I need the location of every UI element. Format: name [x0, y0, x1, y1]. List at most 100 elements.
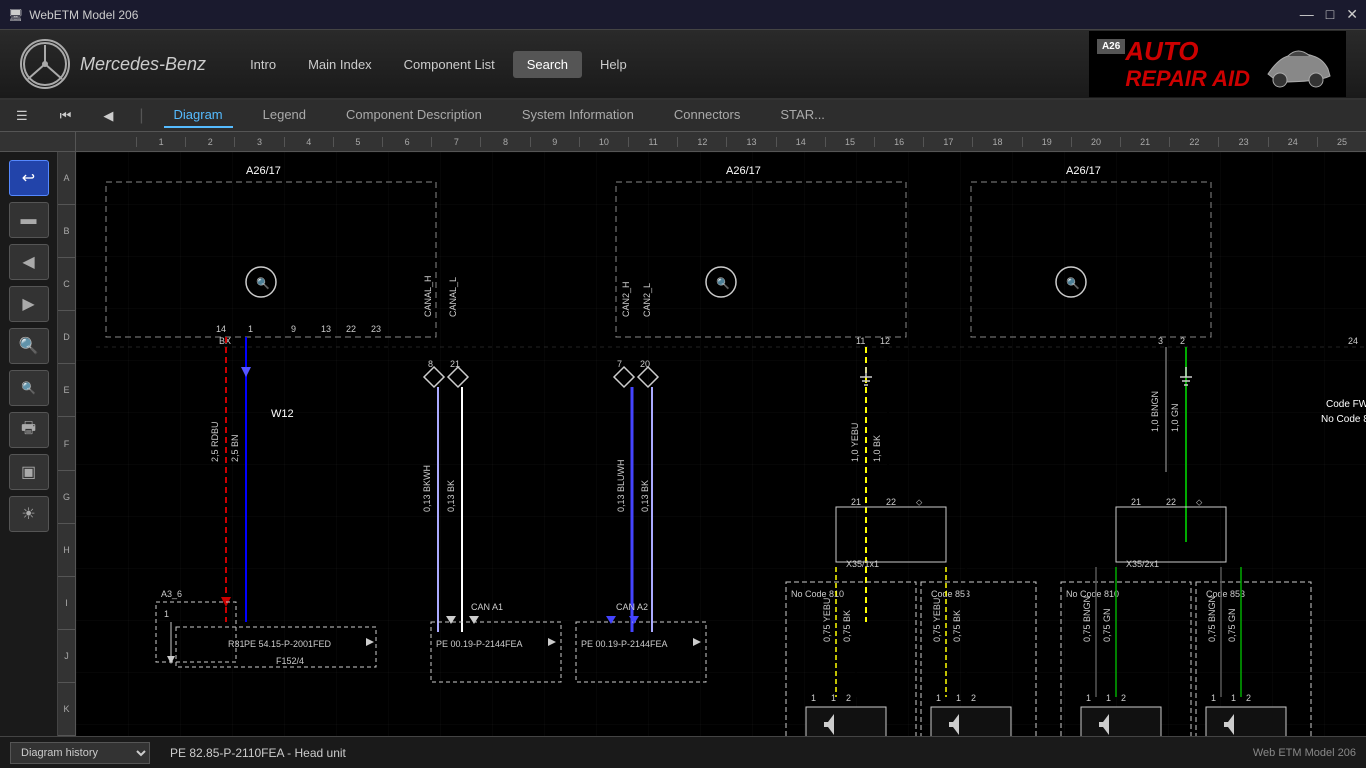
nav-help[interactable]: Help — [586, 51, 641, 78]
app-icon: 🖥 — [8, 8, 23, 22]
diagram-history-dropdown[interactable]: Diagram history — [10, 742, 150, 764]
svg-text:14: 14 — [216, 324, 226, 334]
svg-text:2,5 RDBU: 2,5 RDBU — [210, 421, 220, 462]
nav-main-index[interactable]: Main Index — [294, 51, 386, 78]
tab-connectors[interactable]: Connectors — [664, 103, 750, 128]
svg-text:1: 1 — [936, 693, 941, 703]
back-double-button[interactable]: ⏮ — [54, 106, 78, 126]
svg-text:2: 2 — [846, 693, 851, 703]
svg-text:0,75 GN: 0,75 GN — [1102, 608, 1112, 642]
svg-text:8: 8 — [428, 359, 433, 369]
app-title: 🖥 WebETM Model 206 — [8, 8, 138, 22]
title-bar: 🖥 WebETM Model 206 — □ ✕ — [0, 0, 1366, 30]
repair-aid-logo: AUTOREPAIR AID — [1125, 38, 1250, 90]
diagram-canvas[interactable]: A B C D E F G H I J K — [58, 152, 1366, 736]
zoom-out-button[interactable]: 🔍 — [9, 370, 49, 406]
tab-star[interactable]: STAR... — [770, 103, 835, 128]
tab-system-information[interactable]: System Information — [512, 103, 644, 128]
svg-text:0,75 GN: 0,75 GN — [1227, 608, 1237, 642]
nav-component-list[interactable]: Component List — [390, 51, 509, 78]
toolbar-divider: | — [139, 107, 143, 125]
svg-text:🔍: 🔍 — [716, 276, 730, 290]
brightness-button[interactable]: ☀ — [9, 496, 49, 532]
svg-text:CAN A1: CAN A1 — [471, 602, 503, 612]
svg-text:A26/17: A26/17 — [246, 165, 281, 177]
svg-text:1,0 BNGN: 1,0 BNGN — [1150, 391, 1160, 432]
svg-text:X35/2x1: X35/2x1 — [1126, 559, 1159, 569]
nav-intro[interactable]: Intro — [236, 51, 290, 78]
repair-aid-code: A26 — [1097, 39, 1125, 54]
close-button[interactable]: ✕ — [1346, 6, 1358, 23]
main-area: ↩ ▬ ◀ ▶ 🔍 🔍 🖶 ▣ ☀ A B C D E F G H I J K — [0, 152, 1366, 736]
svg-text:11: 11 — [856, 336, 865, 346]
brand-logo: Mercedes-Benz — [20, 39, 206, 89]
window-controls[interactable]: — □ ✕ — [1300, 6, 1358, 23]
left-toolbar: ↩ ▬ ◀ ▶ 🔍 🔍 🖶 ▣ ☀ — [0, 152, 58, 736]
back-button[interactable]: ◀ — [97, 106, 119, 126]
svg-text:2,5 BN: 2,5 BN — [230, 434, 240, 462]
svg-text:1,0 YEBU: 1,0 YEBU — [850, 423, 860, 462]
svg-text:2: 2 — [1121, 693, 1126, 703]
tab-legend[interactable]: Legend — [253, 103, 316, 128]
svg-text:Code FW: Code FW — [1326, 399, 1366, 410]
svg-text:No Code 810: No Code 810 — [1066, 589, 1119, 599]
ruler-numbers: 1 2 3 4 5 6 7 8 9 10 11 12 13 14 15 16 1… — [76, 137, 1366, 147]
app-title-text: WebETM Model 206 — [29, 8, 138, 22]
svg-text:22: 22 — [1166, 497, 1176, 507]
select-tool-button[interactable]: ▣ — [9, 454, 49, 490]
svg-text:0,13 BKWH: 0,13 BKWH — [422, 465, 432, 512]
svg-text:⬦: ⬦ — [1196, 497, 1203, 507]
svg-text:0,75 BNGN: 0,75 BNGN — [1207, 596, 1217, 642]
svg-text:PE 54.15-P-2001FED: PE 54.15-P-2001FED — [244, 639, 332, 649]
svg-text:22: 22 — [346, 324, 356, 334]
svg-text:2: 2 — [1180, 336, 1185, 346]
svg-text:24: 24 — [1348, 336, 1358, 346]
diagram-name-text: PE 82.85-P-2110FEA - Head unit — [170, 746, 1233, 760]
svg-text:🔍: 🔍 — [1066, 276, 1080, 290]
svg-text:0,13 BK: 0,13 BK — [640, 480, 650, 512]
svg-text:1: 1 — [1211, 693, 1216, 703]
svg-text:R31: R31 — [228, 639, 245, 649]
zoom-in-button[interactable]: 🔍 — [9, 328, 49, 364]
nav-search[interactable]: Search — [513, 51, 582, 78]
ruler-horizontal: 1 2 3 4 5 6 7 8 9 10 11 12 13 14 15 16 1… — [0, 132, 1366, 152]
svg-text:0,75 YEBU: 0,75 YEBU — [932, 598, 942, 642]
svg-text:A3_6: A3_6 — [161, 589, 182, 599]
diagram-toolbar: ☰ ⏮ ◀ | Diagram Legend Component Descrip… — [0, 100, 1366, 132]
svg-text:1: 1 — [831, 693, 836, 703]
svg-text:13: 13 — [321, 324, 331, 334]
fit-tool-button[interactable]: ▬ — [9, 202, 49, 238]
svg-text:1: 1 — [1231, 693, 1236, 703]
hamburger-menu-button[interactable]: ☰ — [10, 106, 34, 126]
svg-text:1: 1 — [248, 324, 253, 334]
svg-text:7: 7 — [617, 359, 622, 369]
mercedes-logo-icon — [20, 39, 70, 89]
svg-text:21: 21 — [450, 359, 460, 369]
svg-text:CAN2_L: CAN2_L — [642, 283, 652, 317]
svg-text:W12: W12 — [271, 408, 294, 420]
tab-diagram[interactable]: Diagram — [164, 103, 233, 128]
svg-text:CAN A2: CAN A2 — [616, 602, 648, 612]
svg-text:X35/1x1: X35/1x1 — [846, 559, 879, 569]
svg-text:A26/17: A26/17 — [726, 165, 761, 177]
back-tool-button[interactable]: ↩ — [9, 160, 49, 196]
top-nav-links[interactable]: Intro Main Index Component List Search H… — [236, 51, 641, 78]
svg-text:Code 853: Code 853 — [931, 589, 970, 599]
next-tool-button[interactable]: ▶ — [9, 286, 49, 322]
svg-text:1: 1 — [811, 693, 816, 703]
prev-tool-button[interactable]: ◀ — [9, 244, 49, 280]
svg-text:22: 22 — [886, 497, 896, 507]
svg-text:9: 9 — [291, 324, 296, 334]
svg-text:0,13 BK: 0,13 BK — [446, 480, 456, 512]
svg-text:A26/17: A26/17 — [1066, 165, 1101, 177]
tab-component-description[interactable]: Component Description — [336, 103, 492, 128]
maximize-button[interactable]: □ — [1326, 6, 1334, 23]
model-version-text: Web ETM Model 206 — [1253, 747, 1356, 759]
minimize-button[interactable]: — — [1300, 6, 1314, 23]
svg-text:20: 20 — [640, 359, 650, 369]
svg-text:2: 2 — [1246, 693, 1251, 703]
print-button[interactable]: 🖶 — [9, 412, 49, 448]
svg-text:3: 3 — [1158, 336, 1163, 346]
svg-text:21: 21 — [851, 497, 861, 507]
svg-text:1: 1 — [956, 693, 961, 703]
